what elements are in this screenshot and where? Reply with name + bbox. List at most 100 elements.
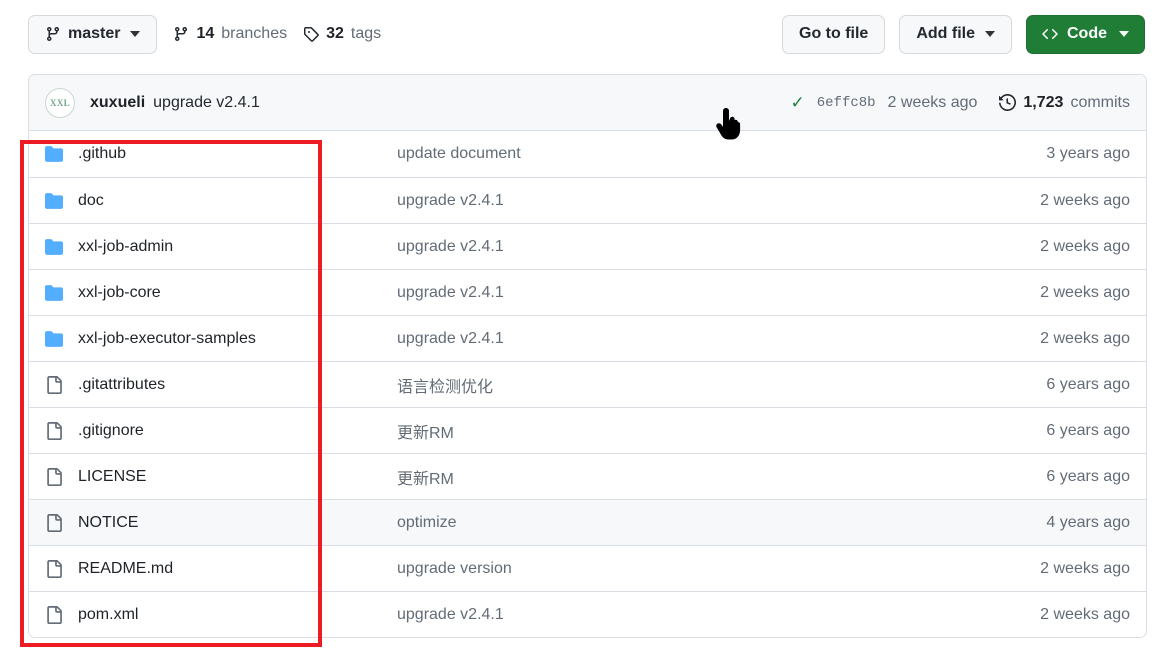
commits-count-link[interactable]: 1,723 commits [999, 94, 1130, 112]
table-row[interactable]: README.md upgrade version 2 weeks ago [29, 545, 1146, 591]
commit-time: 6 years ago [1046, 375, 1130, 393]
avatar-text: XXL [50, 97, 70, 108]
folder-icon [45, 284, 63, 302]
table-row[interactable]: LICENSE 更新RM 6 years ago [29, 453, 1146, 499]
file-name-cell: .gitignore [29, 421, 397, 440]
commit-time: 2 weeks ago [1040, 283, 1130, 301]
go-to-file-button[interactable]: Go to file [782, 14, 886, 54]
commit-author[interactable]: xuxueli [90, 94, 145, 112]
branch-selector-label: master [68, 25, 121, 42]
branch-icon [45, 26, 61, 42]
commit-time: 6 years ago [1046, 421, 1130, 439]
commit-message-link[interactable]: optimize [397, 514, 936, 532]
file-table: XXL xuxueli upgrade v2.4.1 ✓ 6effc8b 2 w… [28, 74, 1147, 638]
table-row[interactable]: xxl-job-executor-samples upgrade v2.4.1 2 … [29, 315, 1146, 361]
file-name-cell: NOTICE [29, 513, 397, 532]
commit-message[interactable]: upgrade v2.4.1 [153, 94, 260, 112]
file-name-cell: xxl-job-admin [29, 238, 397, 256]
commit-message-link[interactable]: upgrade v2.4.1 [397, 606, 936, 624]
table-row[interactable]: xxl-job-admin upgrade v2.4.1 2 weeks ago [29, 223, 1146, 269]
commit-time: 2 weeks ago [1040, 191, 1130, 209]
file-icon [45, 421, 63, 440]
file-name-link[interactable]: xxl-job-executor-samples [78, 330, 256, 348]
file-name-cell: LICENSE [29, 467, 397, 486]
add-file-button[interactable]: Add file [899, 14, 1012, 54]
folder-icon [45, 330, 63, 348]
table-row[interactable]: doc upgrade v2.4.1 2 weeks ago [29, 177, 1146, 223]
folder-icon [45, 238, 63, 256]
branches-link[interactable]: 14 branches [173, 25, 287, 43]
chevron-down-icon [1119, 31, 1129, 37]
file-name-link[interactable]: .gitignore [78, 422, 144, 440]
file-name-link[interactable]: pom.xml [78, 606, 138, 624]
tags-count: 32 [326, 25, 344, 42]
history-icon [999, 94, 1017, 111]
file-icon [45, 605, 63, 624]
commit-message-link[interactable]: 更新RM [397, 419, 936, 443]
commit-time: 2 weeks ago [1040, 605, 1130, 623]
commits-count-value: 1,723 [1023, 93, 1064, 111]
file-name-cell: pom.xml [29, 605, 397, 624]
commit-sha[interactable]: 6effc8b [817, 95, 876, 111]
file-name-cell: .gitattributes [29, 375, 397, 394]
file-name-link[interactable]: .github [78, 145, 126, 163]
file-icon [45, 513, 63, 532]
table-row[interactable]: .gitignore 更新RM 6 years ago [29, 407, 1146, 453]
commit-message-link[interactable]: upgrade v2.4.1 [397, 238, 936, 256]
add-file-label: Add file [916, 25, 975, 42]
file-name-link[interactable]: xxl-job-admin [78, 238, 173, 256]
commit-message-link[interactable]: upgrade version [397, 560, 936, 578]
commit-time: 6 years ago [1046, 467, 1130, 485]
commit-message-link[interactable]: 语言检测优化 [397, 373, 936, 397]
file-name-link[interactable]: README.md [78, 560, 173, 578]
commit-message-link[interactable]: upgrade v2.4.1 [397, 284, 936, 302]
branches-label: branches [221, 25, 288, 42]
table-row[interactable]: pom.xml upgrade v2.4.1 2 weeks ago [29, 591, 1146, 637]
file-name-link[interactable]: LICENSE [78, 468, 146, 486]
commit-message-link[interactable]: update document [397, 145, 936, 163]
commit-message-link[interactable]: 更新RM [397, 465, 936, 489]
file-name-cell: xxl-job-core [29, 284, 397, 302]
file-name-cell: doc [29, 192, 397, 210]
table-row[interactable]: NOTICE optimize 4 years ago [29, 499, 1146, 545]
code-button[interactable]: Code [1026, 14, 1145, 54]
commit-time: 2 weeks ago [1040, 559, 1130, 577]
code-brackets-icon [1042, 26, 1058, 42]
code-button-label: Code [1067, 25, 1107, 42]
chevron-down-icon [130, 31, 141, 37]
table-row[interactable]: .gitattributes 语言检测优化 6 years ago [29, 361, 1146, 407]
folder-icon [45, 192, 63, 210]
avatar[interactable]: XXL [45, 87, 75, 118]
toolbar-left-group: master 14 branches 32 tags [0, 14, 381, 54]
tags-label: tags [350, 25, 382, 42]
file-rows: .github update document 3 years ago doc upgr… [29, 131, 1146, 637]
file-name-link[interactable]: .gitattributes [78, 376, 165, 394]
commit-time: 4 years ago [1046, 513, 1130, 531]
table-row[interactable]: xxl-job-core upgrade v2.4.1 2 weeks ago [29, 269, 1146, 315]
latest-commit-bar: XXL xuxueli upgrade v2.4.1 ✓ 6effc8b 2 w… [29, 75, 1146, 131]
chevron-down-icon [985, 31, 995, 37]
commit-message-link[interactable]: upgrade v2.4.1 [397, 192, 936, 210]
commits-count-label: commits [1070, 93, 1130, 111]
repo-toolbar: master 14 branches 32 tags Go to file Ad… [0, 0, 1167, 68]
commit-time: 3 years ago [1046, 145, 1130, 162]
table-row[interactable]: .github update document 3 years ago [29, 131, 1146, 177]
branch-icon [173, 26, 189, 42]
branch-selector-button[interactable]: master [28, 14, 158, 54]
file-name-cell: README.md [29, 559, 397, 578]
commit-message-link[interactable]: upgrade v2.4.1 [397, 330, 936, 348]
commit-meta-group: ✓ 6effc8b 2 weeks ago 1,723 commits [790, 94, 1130, 112]
branches-count: 14 [196, 25, 215, 42]
go-to-file-label: Go to file [799, 25, 869, 42]
file-name-link[interactable]: doc [78, 192, 104, 210]
file-icon [45, 559, 63, 578]
check-icon[interactable]: ✓ [790, 94, 804, 111]
tags-link[interactable]: 32 tags [303, 25, 381, 43]
folder-icon [45, 145, 63, 163]
commit-time: 2 weeks ago [1040, 329, 1130, 347]
file-name-link[interactable]: xxl-job-core [78, 284, 161, 302]
repository-file-browser: master 14 branches 32 tags Go to file Ad… [0, 0, 1167, 665]
file-name-link[interactable]: NOTICE [78, 514, 138, 532]
commit-time: 2 weeks ago [1040, 237, 1130, 255]
tag-icon [303, 26, 319, 42]
